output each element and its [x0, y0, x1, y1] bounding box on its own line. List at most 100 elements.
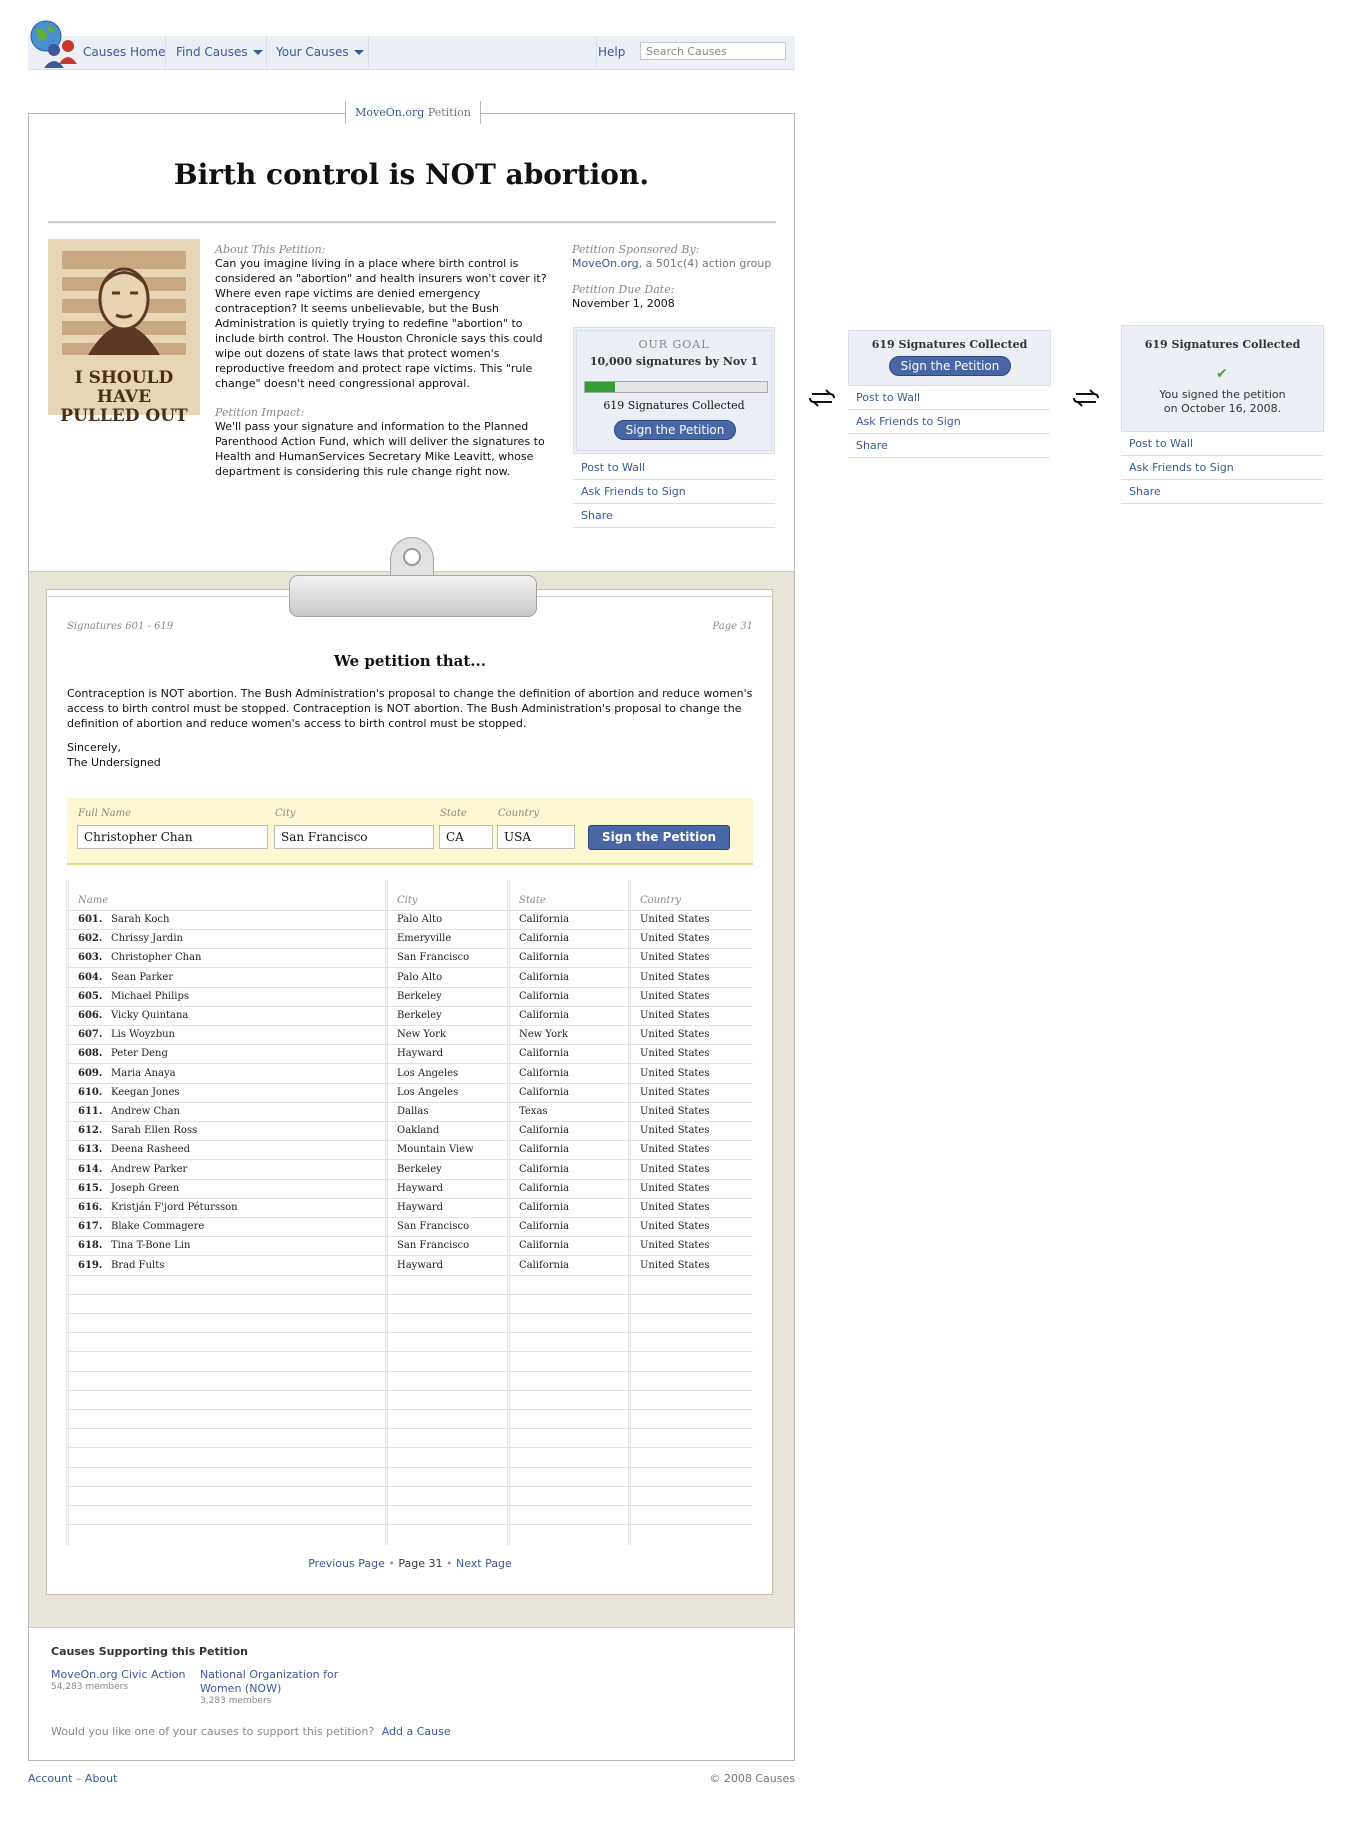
state-input[interactable]: CA: [439, 825, 493, 849]
state-2-sign-button[interactable]: Sign the Petition: [889, 356, 1011, 376]
state-2-ask-friends-link[interactable]: Ask Friends to Sign: [848, 410, 1050, 434]
account-link[interactable]: Account: [28, 1772, 72, 1785]
row-number: 602.: [78, 933, 103, 945]
signer-name: Sean Parker: [111, 971, 174, 983]
nav-divider: [596, 36, 597, 69]
signer-country: United States: [640, 1240, 710, 1252]
supporting-cause: National Organization for Women (NOW) 3,…: [200, 1668, 350, 1706]
sponsor-desc: , a 501c(4) action group: [638, 257, 772, 270]
signer-name: Chrissy Jardin: [111, 933, 183, 945]
signer-name: Deena Rasheed: [111, 1144, 190, 1156]
row-number: 604.: [78, 971, 103, 983]
signer-name: Peter Deng: [111, 1048, 168, 1060]
signer-country: United States: [640, 914, 710, 925]
row-number: 609.: [78, 1067, 103, 1079]
state-2-post-to-wall-link[interactable]: Post to Wall: [848, 386, 1050, 410]
supporting-cause-link[interactable]: National Organization for Women (NOW): [200, 1668, 350, 1696]
table-row: 606. Vicky Quintana Berkeley California Unit…: [67, 1006, 753, 1026]
signer-country: United States: [640, 1202, 710, 1213]
signer-name: Blake Commagere: [111, 1221, 205, 1233]
city-input[interactable]: San Francisco: [274, 825, 434, 849]
supporting-cause-members: 3,283 members: [200, 1696, 272, 1706]
country-input[interactable]: USA: [497, 825, 575, 849]
table-row: 603. Christopher Chan San Francisco Califor…: [67, 948, 753, 969]
row-number: 607.: [78, 1029, 103, 1041]
table-row: 604. Sean Parker Palo Alto California United…: [67, 968, 753, 988]
due-date: November 1, 2008: [572, 297, 675, 310]
page-title: Birth control is NOT abortion.: [173, 158, 650, 191]
impact-text: We'll pass your signature and informatio…: [215, 420, 545, 478]
state-3-post-to-wall-link[interactable]: Post to Wall: [1121, 432, 1323, 456]
supporting-cause-link[interactable]: MoveOn.org Civic Action: [51, 1668, 191, 1682]
add-cause-link[interactable]: Add a Cause: [382, 1725, 451, 1738]
footer-separator: –: [75, 1772, 82, 1785]
chevron-down-icon: [353, 50, 364, 55]
search-input[interactable]: Search Causes: [640, 42, 786, 60]
row-number: 610.: [78, 1086, 103, 1098]
checkmark-icon: ✔: [1216, 366, 1228, 382]
impact-label: Petition Impact:: [215, 406, 305, 419]
ask-friends-link[interactable]: Ask Friends to Sign: [573, 480, 775, 504]
signer-country: United States: [640, 1144, 710, 1156]
sponsor-link[interactable]: MoveOn.org: [572, 257, 639, 270]
nav-divider: [266, 36, 267, 69]
share-link[interactable]: Share: [573, 504, 775, 528]
causes-globe-logo-icon[interactable]: [28, 18, 78, 68]
table-row: 601. Sarah Koch Palo Alto California United …: [67, 910, 753, 930]
state-3-ask-friends-link[interactable]: Ask Friends to Sign: [1121, 456, 1323, 480]
state-2-share-link[interactable]: Share: [848, 434, 1050, 458]
sign-form-submit-button[interactable]: Sign the Petition: [588, 825, 730, 850]
signer-name: Joseph Green: [111, 1182, 180, 1194]
sincerely-text: Sincerely,: [67, 741, 121, 754]
full-name-input[interactable]: Christopher Chan: [77, 825, 268, 849]
top-nav-bar: Causes Home Find Causes Your Causes Help…: [28, 36, 795, 70]
signer-country: United States: [640, 990, 710, 1002]
supporting-heading: Causes Supporting this Petition: [51, 1645, 248, 1658]
table-header: Name City State Country: [67, 891, 753, 911]
nav-find-causes[interactable]: Find Causes: [176, 36, 263, 69]
signer-country: United States: [640, 952, 710, 964]
next-page-link[interactable]: Next Page: [456, 1557, 512, 1570]
signer-country: United States: [640, 971, 710, 983]
signer-name: Andrew Chan: [111, 1106, 180, 1117]
signer-name: Kristján F'jord Pétursson: [111, 1202, 238, 1213]
add-cause-question: Would you like one of your causes to sup…: [51, 1725, 375, 1738]
signature-range: Signatures 601 - 619: [67, 621, 174, 632]
row-number: 606.: [78, 1010, 103, 1021]
state-2-collected: 619 Signatures Collected: [871, 338, 1028, 351]
signer-name: Michael Philips: [111, 990, 190, 1002]
table-row: 616. Kristján F'jord Pétursson Hayward Cali…: [67, 1198, 753, 1218]
post-to-wall-link[interactable]: Post to Wall: [573, 456, 775, 480]
table-row: 611. Andrew Chan Dallas Texas United States: [67, 1102, 753, 1122]
signer-country: United States: [640, 1125, 710, 1137]
nav-divider: [165, 36, 166, 69]
signer-state: California: [519, 914, 570, 925]
table-row: 617. Blake Commagere San Francisco Californ…: [67, 1217, 753, 1238]
signer-state: California: [519, 1240, 570, 1252]
signer-city: Mountain View: [397, 1144, 474, 1156]
col-header-city: City: [397, 895, 418, 906]
signer-city: Berkeley: [397, 990, 442, 1002]
empty-table-row: [67, 1486, 753, 1506]
signer-city: Hayward: [397, 1182, 444, 1194]
tab-org-link[interactable]: MoveOn.org: [355, 106, 424, 119]
row-number: 618.: [78, 1240, 103, 1252]
city-label: City: [275, 808, 296, 819]
nav-help[interactable]: Help: [598, 36, 625, 69]
signer-state: California: [519, 1125, 570, 1137]
previous-page-link[interactable]: Previous Page: [308, 1557, 385, 1570]
nav-your-causes[interactable]: Your Causes: [276, 36, 364, 69]
signer-state: Texas: [519, 1106, 548, 1117]
nav-causes-home[interactable]: Causes Home: [83, 36, 165, 69]
signer-city: Palo Alto: [397, 971, 443, 983]
state-3-share-link[interactable]: Share: [1121, 480, 1323, 504]
signer-state: California: [519, 1067, 570, 1079]
signer-country: United States: [640, 1163, 710, 1175]
about-link[interactable]: About: [85, 1772, 118, 1785]
row-number: 605.: [78, 990, 103, 1002]
table-row: 612. Sarah Ellen Ross Oakland California Uni…: [67, 1121, 753, 1142]
nav-divider: [368, 36, 369, 69]
full-name-label: Full Name: [78, 808, 132, 819]
sign-petition-button[interactable]: Sign the Petition: [614, 420, 736, 440]
signer-state: California: [519, 1221, 570, 1233]
